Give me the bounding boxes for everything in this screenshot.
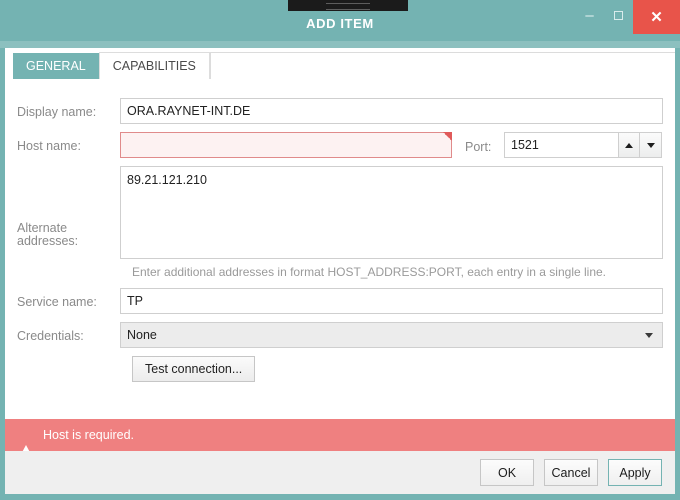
display-name-input[interactable] <box>120 98 663 124</box>
chevron-up-icon <box>625 143 633 148</box>
host-name-input[interactable] <box>120 132 452 158</box>
port-stepper <box>618 132 662 158</box>
general-tab-panel: Display name: Host name: Port: <box>5 79 675 411</box>
service-name-row: Service name: <box>5 288 663 314</box>
window-controls: – ✕ <box>575 0 680 30</box>
display-name-row: Display name: <box>5 98 663 124</box>
close-button[interactable]: ✕ <box>633 0 680 34</box>
title-bar[interactable]: ADD ITEM – ✕ <box>0 0 680 41</box>
tab-filler <box>210 52 675 79</box>
alternate-addresses-textarea[interactable]: 89.21.121.210 <box>120 166 663 259</box>
apply-button[interactable]: Apply <box>608 459 662 486</box>
ok-button[interactable]: OK <box>480 459 534 486</box>
port-decrement-button[interactable] <box>640 132 662 158</box>
display-name-label: Display name: <box>5 98 120 119</box>
title-underline <box>0 41 680 48</box>
tab-general[interactable]: GENERAL <box>13 53 99 79</box>
credentials-select[interactable]: None <box>120 322 663 348</box>
alternate-addresses-row: Alternate addresses: 89.21.121.210 <box>5 166 663 259</box>
port-input[interactable] <box>504 132 618 158</box>
cancel-button[interactable]: Cancel <box>544 459 598 486</box>
add-item-dialog: ADD ITEM – ✕ GENERAL CAPABILITIES Displa… <box>0 0 680 500</box>
host-name-field-wrapper <box>120 132 452 158</box>
credentials-label: Credentials: <box>5 322 120 343</box>
service-name-label: Service name: <box>5 288 120 309</box>
maximize-icon <box>614 11 623 20</box>
minimize-button[interactable]: – <box>575 0 604 39</box>
validation-message-bar: Host is required. <box>5 419 675 451</box>
dialog-footer: OK Cancel Apply <box>5 451 675 494</box>
tab-capabilities[interactable]: CAPABILITIES <box>99 52 210 79</box>
alternate-addresses-hint: Enter additional addresses in format HOS… <box>132 265 606 279</box>
tab-bar: GENERAL CAPABILITIES <box>5 48 675 79</box>
test-connection-button[interactable]: Test connection... <box>132 356 255 382</box>
host-name-label: Host name: <box>5 132 120 153</box>
port-increment-button[interactable] <box>618 132 640 158</box>
credentials-select-wrapper: None <box>120 322 663 348</box>
port-field-group <box>504 132 662 158</box>
host-name-row: Host name: Port: <box>5 132 662 158</box>
alternate-addresses-label: Alternate addresses: <box>5 166 120 247</box>
port-label: Port: <box>452 132 504 154</box>
warning-triangle-icon <box>19 428 34 442</box>
maximize-button[interactable] <box>604 0 633 30</box>
chevron-down-icon <box>647 143 655 148</box>
validation-message-text: Host is required. <box>43 428 134 442</box>
service-name-input[interactable] <box>120 288 663 314</box>
credentials-row: Credentials: None <box>5 322 663 348</box>
